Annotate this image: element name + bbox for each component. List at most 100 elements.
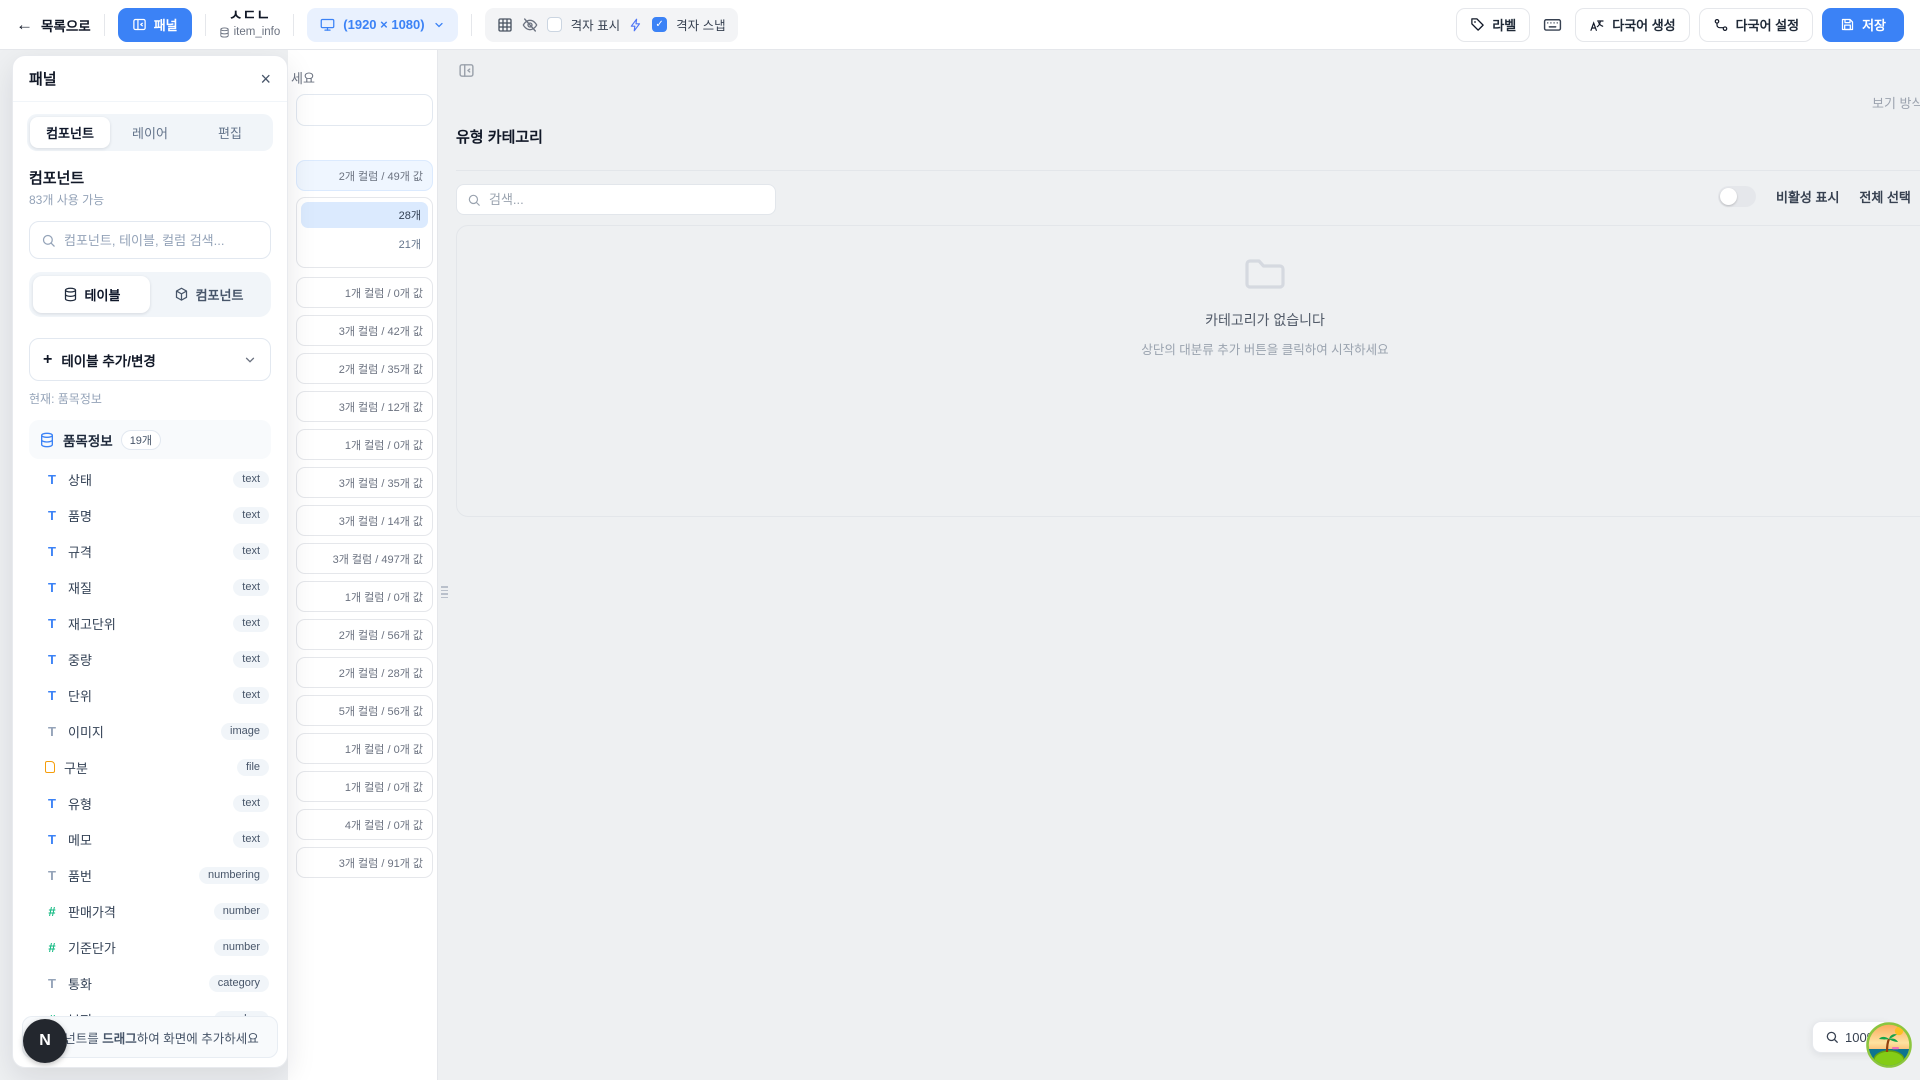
workflow-icon [1713, 17, 1729, 33]
column-group-item-expanded[interactable]: 2개 컬럼 / 49개 값 [296, 160, 433, 191]
field-row[interactable]: T 품명 text [29, 497, 271, 533]
field-row[interactable]: 구분 file [29, 749, 271, 785]
field-row[interactable]: T 품번 numbering [29, 857, 271, 893]
column-group-child[interactable]: 28개 [301, 202, 428, 228]
field-type-icon: # [45, 940, 59, 955]
field-row[interactable]: T 메모 text [29, 821, 271, 857]
column-group-item[interactable]: 1개 컬럼 / 0개 값 [296, 581, 433, 612]
divider [205, 14, 206, 36]
tab-edit[interactable]: 편집 [190, 117, 270, 148]
i18n-settings-button[interactable]: 다국어 설정 [1699, 8, 1813, 42]
tab-components[interactable]: 컴포넌트 [30, 117, 110, 148]
column-group-item[interactable]: 1개 컬럼 / 0개 값 [296, 429, 433, 460]
field-row[interactable]: T 단위 text [29, 677, 271, 713]
column-group-item[interactable]: 2개 컬럼 / 56개 값 [296, 619, 433, 650]
column-group-item[interactable]: 3개 컬럼 / 12개 값 [296, 391, 433, 422]
screen-title-block: ㅅㄷㄴ item_info [219, 7, 281, 39]
partial-instruction-text: 세요 [291, 68, 315, 87]
field-row[interactable]: T 재고단위 text [29, 605, 271, 641]
column-group-item[interactable]: 2개 컬럼 / 35개 값 [296, 353, 433, 384]
select-all-button[interactable]: 전체 선택 [1859, 187, 1910, 206]
island-badge-icon[interactable] [1866, 1022, 1912, 1068]
panel-toggle-button[interactable]: 패널 [118, 8, 192, 42]
save-button[interactable]: 저장 [1822, 8, 1904, 42]
field-type-badge: text [233, 651, 269, 668]
inactive-toggle-label[interactable]: 비활성 표시 [1776, 187, 1839, 206]
translate-icon [1589, 17, 1605, 33]
category-search-input[interactable] [296, 94, 433, 126]
field-type-badge: text [233, 579, 269, 596]
column-group-item[interactable]: 3개 컬럼 / 497개 값 [296, 543, 433, 574]
canvas: 보기 방식 유형 카테고리 비활성 표시 전체 선택 전 카테고리가 없습니다 … [438, 50, 1920, 1080]
view-mode-label[interactable]: 보기 방식 [1872, 93, 1920, 112]
field-type-icon: T [45, 832, 59, 847]
column-group-item[interactable]: 4개 컬럼 / 0개 값 [296, 809, 433, 840]
panel-resize-handle[interactable] [441, 583, 449, 601]
i18n-generate-button[interactable]: 다국어 생성 [1575, 8, 1689, 42]
column-group-item[interactable]: 3개 컬럼 / 14개 값 [296, 505, 433, 536]
field-name: 판매가격 [68, 902, 116, 921]
eye-off-icon [522, 17, 538, 33]
field-type-badge: text [233, 471, 269, 488]
column-group-item[interactable]: 2개 컬럼 / 28개 값 [296, 657, 433, 688]
column-group-item[interactable]: 1개 컬럼 / 0개 값 [296, 277, 433, 308]
field-row[interactable]: T 상태 text [29, 461, 271, 497]
field-type-icon: T [45, 976, 59, 991]
grid-options-group: 격자 표시 ✓ 격자 스냅 [485, 8, 738, 42]
field-type-badge: category [209, 975, 269, 992]
field-name: 상태 [68, 470, 92, 489]
grid-show-checkbox[interactable] [547, 17, 562, 32]
field-row[interactable]: # 판매가격 number [29, 893, 271, 929]
tab-layers[interactable]: 레이어 [110, 117, 190, 148]
mode-component-tab[interactable]: 컴포넌트 [150, 276, 267, 313]
grid-show-label[interactable]: 격자 표시 [571, 15, 620, 34]
field-name: 이미지 [68, 722, 104, 741]
grid-snap-checkbox[interactable]: ✓ [652, 17, 667, 32]
field-type-badge: text [233, 795, 269, 812]
back-to-list-button[interactable]: ← 목록으로 [16, 15, 91, 35]
field-row[interactable]: T 이미지 image [29, 713, 271, 749]
column-group-item[interactable]: 1개 컬럼 / 0개 값 [296, 771, 433, 802]
inactive-toggle[interactable] [1718, 186, 1756, 207]
canvas-search [456, 184, 776, 215]
collapse-panel-button[interactable] [456, 60, 477, 81]
field-name: 규격 [68, 542, 92, 561]
field-row[interactable]: T 재질 text [29, 569, 271, 605]
keyboard-shortcuts-button[interactable] [1539, 11, 1566, 38]
field-row[interactable]: # 기준단가 number [29, 929, 271, 965]
panel-body: 컴포넌트 83개 사용 가능 테이블 컴포넌트 + 테이블 추가/변경 [13, 151, 287, 1037]
column-group-item[interactable]: 3개 컬럼 / 42개 값 [296, 315, 433, 346]
column-group-item[interactable]: 3개 컬럼 / 91개 값 [296, 847, 433, 878]
field-row[interactable]: T 규격 text [29, 533, 271, 569]
grid-snap-label[interactable]: 격자 스냅 [676, 15, 725, 34]
field-type-badge: text [233, 543, 269, 560]
screen-size-selector[interactable]: (1920 × 1080) [307, 8, 457, 42]
panel-tabs: 컴포넌트 레이어 편집 [27, 114, 273, 151]
field-type-icon: T [45, 472, 59, 487]
field-type-badge: number [214, 903, 269, 920]
field-type-icon: T [45, 508, 59, 523]
field-type-badge: image [221, 723, 269, 740]
canvas-search-input[interactable] [489, 192, 765, 207]
screen-subtitle: item_info [219, 26, 281, 39]
close-icon[interactable]: × [260, 70, 271, 88]
column-group-child[interactable]: 21개 [301, 231, 428, 257]
field-row[interactable]: T 통화 category [29, 965, 271, 1001]
field-row[interactable]: T 유형 text [29, 785, 271, 821]
component-search-input[interactable] [64, 233, 259, 248]
column-group-item[interactable]: 1개 컬럼 / 0개 값 [296, 733, 433, 764]
label-button[interactable]: 라벨 [1456, 8, 1530, 42]
field-type-icon: T [45, 724, 59, 739]
column-group-list: 1개 컬럼 / 0개 값 3개 컬럼 / 42개 값 2개 컬럼 / 35개 값 3개… [296, 277, 433, 878]
add-table-dropdown[interactable]: + 테이블 추가/변경 [29, 338, 271, 381]
table-group-header[interactable]: 품목정보 19개 [29, 420, 271, 459]
field-type-badge: numbering [199, 867, 269, 884]
components-section-title: 컴포넌트 [29, 167, 271, 188]
mode-table-tab[interactable]: 테이블 [33, 276, 150, 313]
column-group-item[interactable]: 3개 컬럼 / 35개 값 [296, 467, 433, 498]
field-row[interactable]: T 중량 text [29, 641, 271, 677]
field-type-icon: T [45, 688, 59, 703]
field-name: 품명 [68, 506, 92, 525]
column-group-item[interactable]: 5개 컬럼 / 56개 값 [296, 695, 433, 726]
field-type-badge: number [214, 939, 269, 956]
